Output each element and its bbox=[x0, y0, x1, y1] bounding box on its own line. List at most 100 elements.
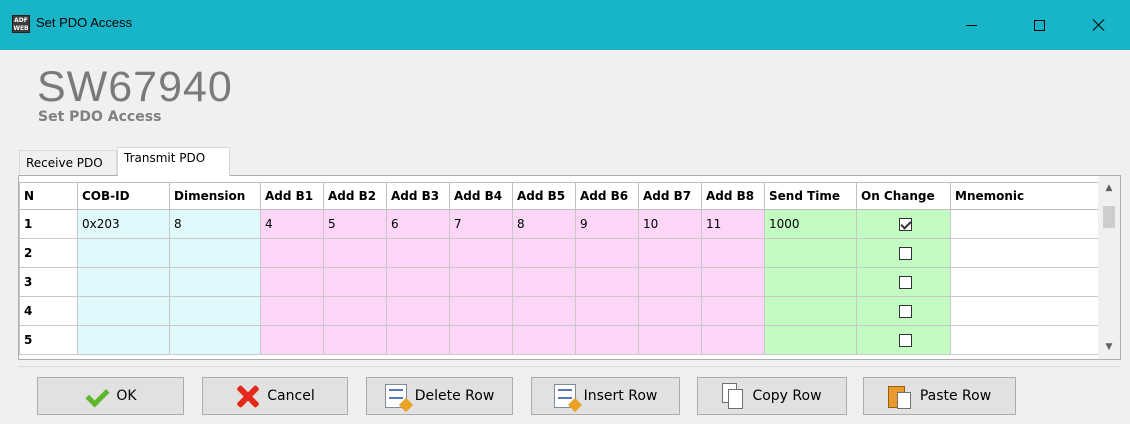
add-b6-cell[interactable]: 9 bbox=[575, 209, 639, 239]
add-b6-cell[interactable] bbox=[575, 238, 639, 268]
add-b3-cell[interactable] bbox=[386, 296, 450, 326]
scrollbar-thumb[interactable] bbox=[1103, 206, 1115, 228]
add-b1-cell[interactable] bbox=[260, 296, 324, 326]
add-b8-cell[interactable] bbox=[701, 325, 765, 355]
column-header[interactable]: Add B2 bbox=[323, 182, 387, 210]
add-b3-cell[interactable]: 6 bbox=[386, 209, 450, 239]
cob-id-cell[interactable] bbox=[77, 267, 170, 297]
table-row[interactable]: 5 bbox=[19, 325, 1099, 355]
cob-id-cell[interactable] bbox=[77, 325, 170, 355]
add-b4-cell[interactable] bbox=[449, 296, 513, 326]
column-header[interactable]: Mnemonic bbox=[950, 182, 1099, 210]
add-b6-cell[interactable] bbox=[575, 296, 639, 326]
add-b5-cell[interactable] bbox=[512, 296, 576, 326]
on-change-cell[interactable] bbox=[856, 238, 951, 268]
on-change-cell[interactable] bbox=[856, 325, 951, 355]
scroll-up-icon[interactable]: ▲ bbox=[1098, 178, 1120, 198]
mnemonic-cell[interactable] bbox=[950, 238, 1099, 268]
on-change-cell[interactable] bbox=[856, 267, 951, 297]
add-b7-cell[interactable] bbox=[638, 238, 702, 268]
ok-button[interactable]: OK bbox=[37, 377, 184, 415]
add-b5-cell[interactable] bbox=[512, 267, 576, 297]
column-header[interactable]: N bbox=[19, 182, 78, 210]
vertical-scrollbar[interactable]: ▲ ▼ bbox=[1098, 176, 1120, 359]
send-time-cell[interactable] bbox=[764, 267, 857, 297]
dimension-cell[interactable] bbox=[169, 296, 261, 326]
send-time-cell[interactable] bbox=[764, 325, 857, 355]
dimension-cell[interactable]: 8 bbox=[169, 209, 261, 239]
send-time-cell[interactable]: 1000 bbox=[764, 209, 857, 239]
cob-id-cell[interactable]: 0x203 bbox=[77, 209, 170, 239]
column-header[interactable]: Add B7 bbox=[638, 182, 702, 210]
add-b4-cell[interactable] bbox=[449, 238, 513, 268]
table-row[interactable]: 4 bbox=[19, 296, 1099, 326]
add-b8-cell[interactable] bbox=[701, 238, 765, 268]
tab-transmit-pdo[interactable]: Transmit PDO bbox=[117, 147, 230, 176]
column-header[interactable]: Add B6 bbox=[575, 182, 639, 210]
add-b2-cell[interactable] bbox=[323, 296, 387, 326]
add-b6-cell[interactable] bbox=[575, 325, 639, 355]
close-button[interactable] bbox=[1076, 0, 1122, 50]
maximize-button[interactable] bbox=[1016, 0, 1062, 50]
add-b3-cell[interactable] bbox=[386, 267, 450, 297]
add-b1-cell[interactable] bbox=[260, 325, 324, 355]
add-b1-cell[interactable]: 4 bbox=[260, 209, 324, 239]
column-header[interactable]: Add B4 bbox=[449, 182, 513, 210]
copy-row-button[interactable]: Copy Row bbox=[697, 377, 847, 415]
table-row[interactable]: 3 bbox=[19, 267, 1099, 297]
paste-row-button[interactable]: Paste Row bbox=[863, 377, 1016, 415]
on-change-checkbox[interactable] bbox=[899, 334, 912, 347]
on-change-checkbox[interactable] bbox=[899, 218, 912, 231]
add-b8-cell[interactable]: 11 bbox=[701, 209, 765, 239]
add-b7-cell[interactable] bbox=[638, 296, 702, 326]
column-header[interactable]: COB-ID bbox=[77, 182, 170, 210]
add-b5-cell[interactable]: 8 bbox=[512, 209, 576, 239]
tab-receive-pdo[interactable]: Receive PDO bbox=[19, 150, 117, 175]
on-change-cell[interactable] bbox=[856, 209, 951, 239]
add-b1-cell[interactable] bbox=[260, 267, 324, 297]
column-header[interactable]: Add B8 bbox=[701, 182, 765, 210]
delete-row-button[interactable]: Delete Row bbox=[366, 377, 513, 415]
dimension-cell[interactable] bbox=[169, 325, 261, 355]
dimension-cell[interactable] bbox=[169, 267, 261, 297]
add-b4-cell[interactable] bbox=[449, 325, 513, 355]
insert-row-button[interactable]: Insert Row bbox=[531, 377, 680, 415]
add-b1-cell[interactable] bbox=[260, 238, 324, 268]
scroll-down-icon[interactable]: ▼ bbox=[1098, 337, 1120, 357]
add-b5-cell[interactable] bbox=[512, 238, 576, 268]
add-b3-cell[interactable] bbox=[386, 325, 450, 355]
column-header[interactable]: Dimension bbox=[169, 182, 261, 210]
mnemonic-cell[interactable] bbox=[950, 267, 1099, 297]
add-b8-cell[interactable] bbox=[701, 296, 765, 326]
column-header[interactable]: Add B3 bbox=[386, 182, 450, 210]
table-row[interactable]: 1 0x203 8 4 5 6 7 8 9 10 11 1000 bbox=[19, 209, 1099, 239]
column-header[interactable]: On Change bbox=[856, 182, 951, 210]
add-b7-cell[interactable]: 10 bbox=[638, 209, 702, 239]
column-header[interactable]: Add B5 bbox=[512, 182, 576, 210]
cob-id-cell[interactable] bbox=[77, 238, 170, 268]
mnemonic-cell[interactable] bbox=[950, 296, 1099, 326]
add-b2-cell[interactable]: 5 bbox=[323, 209, 387, 239]
add-b6-cell[interactable] bbox=[575, 267, 639, 297]
dimension-cell[interactable] bbox=[169, 238, 261, 268]
send-time-cell[interactable] bbox=[764, 238, 857, 268]
add-b5-cell[interactable] bbox=[512, 325, 576, 355]
add-b4-cell[interactable]: 7 bbox=[449, 209, 513, 239]
on-change-checkbox[interactable] bbox=[899, 276, 912, 289]
cancel-button[interactable]: Cancel bbox=[202, 377, 348, 415]
cob-id-cell[interactable] bbox=[77, 296, 170, 326]
mnemonic-cell[interactable] bbox=[950, 325, 1099, 355]
on-change-checkbox[interactable] bbox=[899, 247, 912, 260]
send-time-cell[interactable] bbox=[764, 296, 857, 326]
column-header[interactable]: Send Time bbox=[764, 182, 857, 210]
add-b7-cell[interactable] bbox=[638, 325, 702, 355]
on-change-cell[interactable] bbox=[856, 296, 951, 326]
add-b7-cell[interactable] bbox=[638, 267, 702, 297]
add-b3-cell[interactable] bbox=[386, 238, 450, 268]
minimize-button[interactable] bbox=[948, 0, 994, 50]
add-b2-cell[interactable] bbox=[323, 325, 387, 355]
on-change-checkbox[interactable] bbox=[899, 305, 912, 318]
column-header[interactable]: Add B1 bbox=[260, 182, 324, 210]
add-b8-cell[interactable] bbox=[701, 267, 765, 297]
mnemonic-cell[interactable] bbox=[950, 209, 1099, 239]
